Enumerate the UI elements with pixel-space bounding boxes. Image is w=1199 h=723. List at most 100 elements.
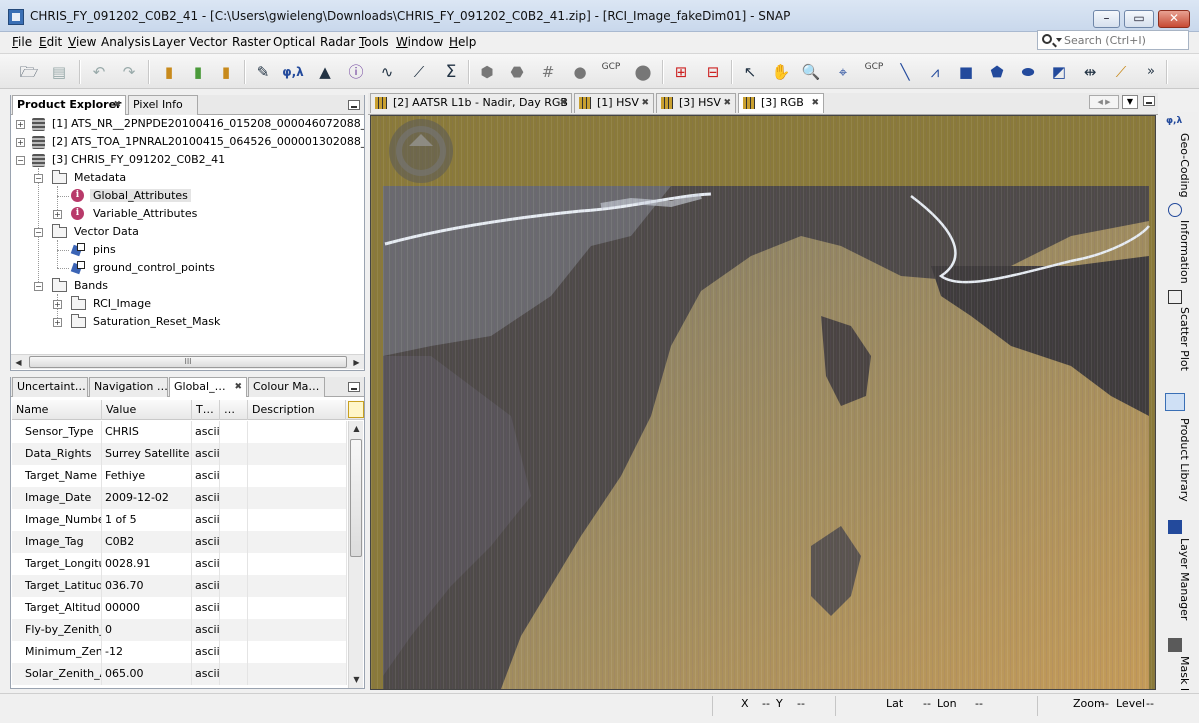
column-value[interactable]: Value [102, 400, 192, 420]
scroll-thumb[interactable]: III [29, 356, 347, 368]
scroll-down-icon[interactable]: ▼ [349, 672, 364, 687]
tab-3-hsv[interactable]: [3] HSV ✖ [656, 93, 736, 113]
sidebar-tab-information[interactable]: Information [1167, 220, 1191, 284]
line-drawing-icon[interactable]: ╲ [892, 60, 918, 84]
band-maths-icon[interactable]: ▮ [156, 60, 182, 84]
profile-plot-icon[interactable]: ⟋ [406, 60, 432, 84]
expand-product-1[interactable]: + [16, 120, 25, 129]
graticule-icon[interactable]: # [535, 60, 561, 84]
menu-window[interactable]: Window [396, 35, 443, 49]
undo-icon[interactable]: ↶ [86, 60, 112, 84]
explorer-horizontal-scrollbar[interactable]: ◀ III ▶ [11, 354, 364, 369]
table-row[interactable]: Target_Altitude 00000 ascii [12, 597, 347, 619]
column-unit[interactable]: … [220, 400, 248, 420]
pin-placing-icon[interactable]: ⌖ [830, 60, 856, 84]
scroll-up-icon[interactable]: ▲ [349, 421, 364, 436]
spectrum-icon[interactable]: ∿ [374, 60, 400, 84]
collapse-bands[interactable]: − [34, 282, 43, 291]
tab-global-attributes[interactable]: Global_… ✖ [169, 377, 247, 397]
world-map-icon[interactable]: ● [567, 60, 593, 84]
menu-radar[interactable]: Radar [320, 35, 355, 49]
expand-variable-attributes[interactable]: + [53, 210, 62, 219]
menu-optical[interactable]: Optical [273, 35, 315, 49]
tab-list-dropdown-icon[interactable]: ▼ [1122, 95, 1138, 109]
menu-view[interactable]: View [68, 35, 96, 49]
maximize-view-icon[interactable] [1143, 96, 1155, 106]
minimize-button[interactable]: – [1093, 10, 1120, 28]
gcp-tool-icon[interactable]: ⬣ [504, 60, 530, 84]
menu-help[interactable]: Help [449, 35, 476, 49]
table-row[interactable]: Sensor_Type CHRIS ascii [12, 421, 347, 443]
tree-vector-data[interactable]: Vector Data [74, 223, 139, 241]
close-tab-icon[interactable]: ✖ [723, 94, 731, 112]
tab-aatsr-rgb[interactable]: [2] AATSR L1b - Nadir, Day RGB ✖ [370, 93, 572, 113]
close-tab-icon[interactable]: ✖ [811, 94, 819, 112]
polyline-drawing-icon[interactable]: ⩘ [922, 60, 948, 84]
zoom-tool-icon[interactable]: 🔍 [798, 60, 824, 84]
tree-rci-image[interactable]: RCI_Image [93, 295, 151, 313]
metadata-vertical-scrollbar[interactable]: ▲ ▼ [348, 421, 363, 688]
tree-product-2[interactable]: [2] ATS_TOA_1PNRAL20100415_064526_000001… [52, 133, 364, 151]
collapse-vector-data[interactable]: − [34, 228, 43, 237]
time-series-icon[interactable]: ⊟ [700, 60, 726, 84]
table-row[interactable]: Target_Longitu 0028.91 ascii [12, 553, 347, 575]
table-settings-icon[interactable] [348, 401, 364, 418]
rgb-image-view[interactable] [370, 115, 1156, 690]
tab-colour-manipulation[interactable]: Colour Ma… [248, 377, 325, 397]
tree-pins[interactable]: pins [93, 241, 116, 259]
collapse-product-3[interactable]: − [16, 156, 25, 165]
create-subset-icon[interactable]: ▮ [213, 60, 239, 84]
search-box[interactable] [1037, 30, 1189, 50]
table-row[interactable]: Target_Name Fethiye ascii [12, 465, 347, 487]
sidebar-tab-product-library[interactable]: Product Library [1167, 418, 1191, 502]
tree-saturation-reset-mask[interactable]: Saturation_Reset_Mask [93, 313, 220, 331]
tab-product-explorer[interactable]: Product Explorer ✖ [12, 95, 126, 115]
tab-uncertainty[interactable]: Uncertaint… [12, 377, 88, 397]
close-tab-icon[interactable]: ✖ [641, 94, 649, 112]
gcp-manager-icon[interactable]: GCP [598, 60, 624, 84]
statistics-icon[interactable]: Σ [438, 60, 464, 84]
redo-icon[interactable]: ↷ [116, 60, 142, 84]
sidebar-tab-scatter-plot[interactable]: Scatter Plot [1167, 307, 1191, 371]
close-tab-icon[interactable]: ✖ [559, 94, 567, 112]
table-row[interactable]: Fly-by_Zenith_A0ascii [12, 619, 347, 641]
save-icon[interactable]: ▤ [46, 60, 72, 84]
menu-edit[interactable]: Edit [39, 35, 62, 49]
expand-saturation-mask[interactable]: + [53, 318, 62, 327]
expand-rci-image[interactable]: + [53, 300, 62, 309]
menu-raster[interactable]: Raster [232, 35, 271, 49]
ellipse-drawing-icon[interactable]: ⬬ [1015, 60, 1041, 84]
menu-layer[interactable]: Layer [152, 35, 185, 49]
tree-variable-attributes[interactable]: Variable_Attributes [93, 205, 197, 223]
tree-ground-control-points[interactable]: ground_control_points [93, 259, 215, 277]
menu-tools[interactable]: Tools [359, 35, 389, 49]
table-row[interactable]: Target_Latitude 036.70 ascii [12, 575, 347, 597]
scroll-thumb[interactable] [350, 439, 362, 557]
search-input[interactable] [1064, 32, 1186, 48]
pin-manager-icon[interactable]: ⬢ [474, 60, 500, 84]
tree-product-3[interactable]: [3] CHRIS_FY_091202_C0B2_41 [52, 151, 225, 169]
tab-navigation[interactable]: Navigation … [89, 377, 168, 397]
tree-product-1[interactable]: [1] ATS_NR__2PNPDE20100416_015208_000046… [52, 115, 364, 133]
overlay-icon[interactable]: ⬤ [630, 60, 656, 84]
close-tab-icon[interactable]: ✖ [113, 96, 121, 114]
column-name[interactable]: Name [12, 400, 102, 420]
select-tool-icon[interactable]: ↖ [737, 60, 763, 84]
table-row[interactable]: Data_Rights Surrey Satellite Tascii [12, 443, 347, 465]
tab-pixel-info[interactable]: Pixel Info [128, 95, 198, 115]
minimize-panel-icon[interactable] [348, 382, 360, 392]
range-finder-icon[interactable]: ⇹ [1077, 60, 1103, 84]
close-button[interactable]: ✕ [1158, 10, 1190, 28]
maximize-button[interactable]: ▭ [1124, 10, 1154, 28]
toolbar-more-button[interactable]: » [1138, 60, 1164, 84]
mask-manager-icon[interactable]: ⊞ [668, 60, 694, 84]
satellite-image[interactable] [371, 116, 1156, 690]
pan-tool-icon[interactable]: ✋ [768, 60, 794, 84]
collapse-metadata[interactable]: − [34, 174, 43, 183]
close-tab-icon[interactable]: ✖ [234, 378, 242, 396]
scroll-right-icon[interactable]: ▶ [349, 355, 364, 370]
table-row[interactable]: Image_Date 2009-12-02 ascii [12, 487, 347, 509]
minimize-panel-icon[interactable] [348, 100, 360, 110]
tab-3-rgb[interactable]: [3] RGB ✖ [738, 93, 824, 113]
menu-vector[interactable]: Vector [189, 35, 227, 49]
